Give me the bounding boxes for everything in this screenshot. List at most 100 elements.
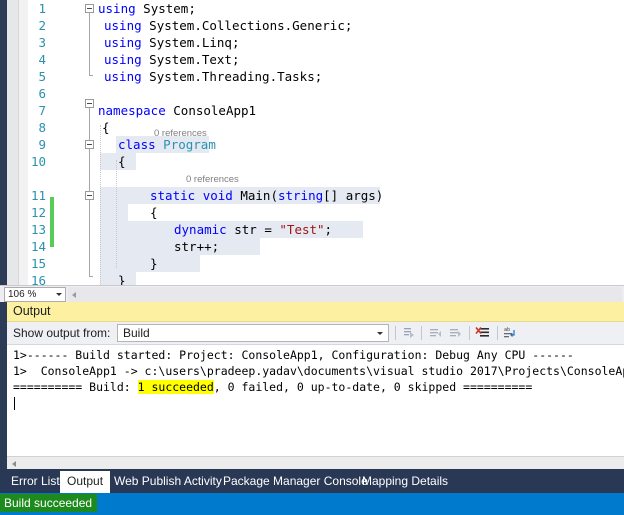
- code-text-line-15[interactable]: }: [150, 255, 158, 272]
- code-text-line-9[interactable]: class Program: [118, 136, 216, 153]
- code-editor[interactable]: 0 references 0 references 1 2 3 4 5 6 7 …: [0, 0, 624, 285]
- output-line: 1>------ Build started: Project: Console…: [13, 347, 574, 363]
- tab-web-publish-activity[interactable]: Web Publish Activity: [107, 471, 229, 493]
- code-text-line-11[interactable]: static void Main(string[] args): [150, 187, 383, 204]
- code-text-line-13[interactable]: dynamic str = "Test";: [174, 221, 332, 238]
- chevron-down-icon[interactable]: [377, 332, 383, 335]
- keyword-using: using: [104, 52, 142, 67]
- status-build-message: Build succeeded: [0, 494, 98, 512]
- keyword-using: using: [104, 18, 142, 33]
- line-number: 11: [30, 188, 46, 203]
- keyword-namespace: namespace: [98, 103, 166, 118]
- code-text-line-14[interactable]: str++;: [174, 238, 219, 255]
- str-increment-statement: str++;: [174, 239, 220, 254]
- code-text-line-3[interactable]: using System.Linq;: [104, 34, 239, 51]
- keyword-using: using: [104, 35, 142, 50]
- output-line: 1> ConsoleApp1 -> c:\users\pradeep.yadav…: [13, 363, 624, 379]
- keyword-class: class: [118, 137, 156, 152]
- output-line-text: 1> ConsoleApp1 -> c:\users\pradeep.yadav…: [13, 364, 624, 378]
- assignment-operator: =: [264, 222, 280, 237]
- zoom-level-value: 106 %: [8, 289, 37, 300]
- chevron-down-icon[interactable]: [56, 293, 62, 296]
- code-text-line-7[interactable]: namespace ConsoleApp1: [98, 102, 256, 119]
- output-source-combobox[interactable]: Build: [117, 324, 389, 342]
- go-to-next-message-icon[interactable]: [447, 325, 464, 341]
- code-surface[interactable]: 0 references 0 references 1 2 3 4 5 6 7 …: [28, 0, 624, 285]
- status-bar: Build succeeded: [0, 493, 624, 515]
- toolbar-separator: [421, 326, 422, 340]
- editor-line[interactable]: 6: [28, 85, 624, 102]
- keyword-dynamic: dynamic: [174, 222, 227, 237]
- output-horizontal-scrollbar[interactable]: [7, 456, 624, 469]
- class-name: Program: [163, 137, 216, 152]
- build-succeeded-highlight: 1 succeeded: [137, 380, 214, 394]
- string-literal-test: "Test": [279, 222, 325, 237]
- code-text-line-10[interactable]: {: [118, 153, 126, 170]
- toolbar-separator: [497, 326, 498, 340]
- keyword-using: using: [104, 69, 142, 84]
- line-number: 4: [38, 52, 46, 67]
- output-source-value: Build: [123, 326, 150, 340]
- code-text-line-2[interactable]: using System.Collections.Generic;: [104, 17, 352, 34]
- tab-output[interactable]: Output: [60, 471, 111, 493]
- output-text-area[interactable]: 1>------ Build started: Project: Console…: [7, 345, 624, 456]
- scroll-left-arrow-icon[interactable]: [12, 461, 16, 467]
- namespace-linq: System.Linq;: [149, 35, 240, 50]
- line-number: 15: [30, 256, 46, 271]
- line-number: 10: [30, 154, 46, 169]
- namespace-text: System.Text;: [149, 52, 240, 67]
- editor-line[interactable]: 14: [28, 238, 624, 255]
- zoom-level-combobox[interactable]: 106 %: [4, 287, 66, 302]
- keyword-using: using: [98, 1, 136, 16]
- paren-open: (: [270, 188, 278, 203]
- line-number: 1: [38, 1, 46, 16]
- code-text-line-12[interactable]: {: [150, 204, 158, 221]
- code-text-line-8[interactable]: {: [102, 119, 110, 136]
- code-text-line-4[interactable]: using System.Text;: [104, 51, 239, 68]
- code-text-line-16[interactable]: }: [118, 272, 126, 285]
- namespace-tasks: System.Threading.Tasks;: [149, 69, 323, 84]
- output-line-text: ========== Build:: [13, 380, 138, 394]
- code-text-line-5[interactable]: using System.Threading.Tasks;: [104, 68, 322, 85]
- line-number: 3: [38, 35, 46, 50]
- output-title-bar[interactable]: Output: [7, 302, 624, 322]
- editor-line[interactable]: 15: [28, 255, 624, 272]
- find-message-in-code-icon[interactable]: [401, 325, 418, 341]
- brace-open: {: [102, 120, 110, 135]
- editor-horizontal-scrollbar[interactable]: [68, 287, 622, 302]
- tab-mapping-details[interactable]: Mapping Details: [355, 471, 455, 493]
- brace-close: }: [118, 273, 126, 285]
- tab-package-manager-console[interactable]: Package Manager Console: [216, 471, 375, 493]
- brace-open: {: [150, 205, 158, 220]
- keyword-static: static: [150, 188, 196, 203]
- clear-all-icon[interactable]: [475, 325, 492, 341]
- code-text-line-1[interactable]: using System;: [98, 0, 196, 17]
- scroll-left-arrow-icon[interactable]: [72, 292, 76, 298]
- keyword-void: void: [202, 188, 233, 203]
- namespace-collections: System.Collections.Generic;: [149, 18, 353, 33]
- editor-line[interactable]: 8: [28, 119, 624, 136]
- line-number: 6: [38, 86, 46, 101]
- toolbar-separator: [395, 326, 396, 340]
- output-toolbar: Show output from: Build ab: [7, 322, 624, 345]
- brace-open: {: [118, 154, 126, 169]
- line-number: 2: [38, 18, 46, 33]
- line-number: 13: [30, 222, 46, 237]
- output-line-text: , 0 failed, 0 up-to-date, 0 skipped ====…: [213, 380, 533, 394]
- editor-bottom-bar: 106 %: [0, 285, 624, 302]
- namespace-name: ConsoleApp1: [173, 103, 257, 118]
- go-to-previous-message-icon[interactable]: [427, 325, 444, 341]
- editor-line[interactable]: 12: [28, 204, 624, 221]
- codelens-method-references[interactable]: 0 references: [186, 174, 239, 185]
- line-number: 12: [30, 205, 46, 220]
- tool-window-tab-strip: Error List Output Web Publish Activity P…: [0, 469, 624, 493]
- output-text-caret: [14, 397, 15, 410]
- output-title-label: Output: [13, 304, 51, 318]
- line-number: 7: [38, 103, 46, 118]
- output-tool-window: Output Show output from: Build ab 1>----…: [0, 302, 624, 469]
- tab-error-list[interactable]: Error List: [4, 471, 67, 493]
- namespace-system: System;: [143, 1, 196, 16]
- toggle-word-wrap-icon[interactable]: ab: [503, 325, 520, 341]
- line-number: 16: [30, 273, 46, 285]
- brace-close: }: [150, 256, 158, 271]
